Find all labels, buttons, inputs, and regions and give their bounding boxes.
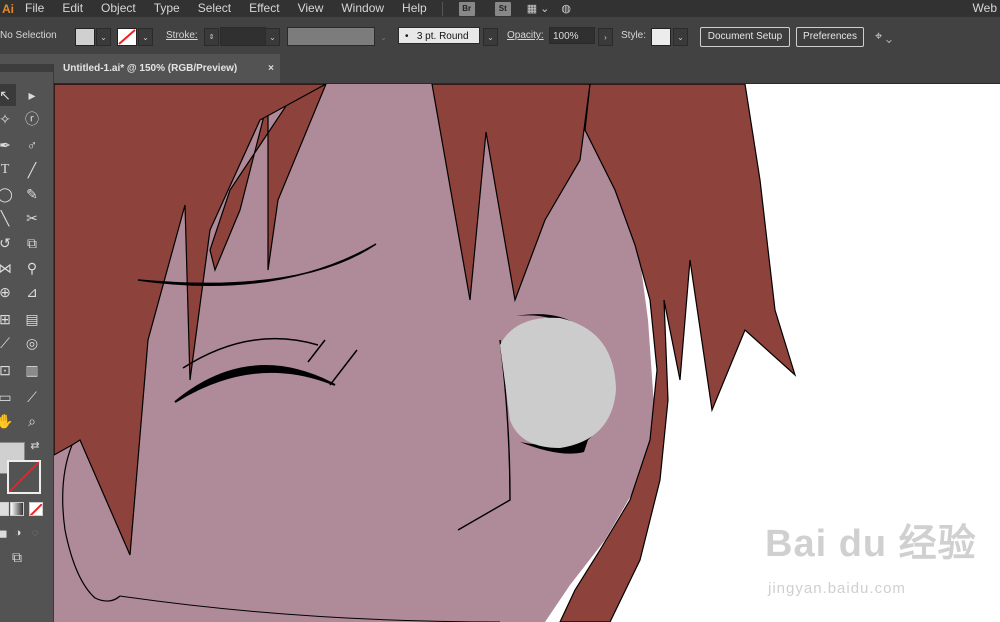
style-label: Style:	[621, 30, 647, 41]
gpu-performance-icon[interactable]: ◍	[561, 2, 571, 15]
selection-status: No Selection	[0, 30, 57, 41]
workspace-layout-icon[interactable]: ▦ ⌄	[527, 2, 550, 15]
magic-wand-tool-icon[interactable]: ✧	[0, 108, 16, 130]
document-tab-title: Untitled-1.ai* @ 150% (RGB/Preview)	[63, 63, 238, 74]
brush-definition-field[interactable]: • 3 pt. Round	[398, 27, 480, 44]
bridge-button[interactable]: Br	[458, 1, 475, 16]
stock-button[interactable]: St	[494, 1, 511, 16]
puppet-warp-tool-icon[interactable]: ⚲	[21, 257, 43, 279]
menu-select[interactable]: Select	[189, 0, 240, 17]
menu-window[interactable]: Window	[332, 0, 393, 17]
stroke-dropdown-icon[interactable]: ⌄	[138, 28, 153, 46]
menu-edit[interactable]: Edit	[53, 0, 92, 17]
style-dropdown-icon[interactable]: ⌄	[673, 28, 688, 46]
opacity-label[interactable]: Opacity:	[507, 30, 544, 41]
brush-dot-icon: •	[405, 31, 417, 42]
screen-mode-icon[interactable]: ⧉	[6, 546, 28, 568]
ellipse-tool-icon[interactable]: ◯	[0, 183, 16, 205]
zoom-tool-icon[interactable]: ⌕	[21, 410, 43, 432]
variable-width-profile[interactable]	[287, 27, 375, 46]
shaper-tool-icon[interactable]: ╲	[0, 207, 16, 229]
rotate-tool-icon[interactable]: ↺	[0, 232, 16, 254]
watermark-url: jingyan.baidu.com	[768, 580, 906, 597]
fill-dropdown-icon[interactable]: ⌄	[96, 28, 111, 46]
menu-divider	[441, 1, 443, 16]
menu-file[interactable]: File	[16, 0, 53, 17]
gradient-mode-icon[interactable]	[10, 502, 24, 516]
control-bar: No Selection ⌄ ⌄ Stroke: ⇕ ⌄ ⌄ • 3 pt. R…	[0, 17, 1000, 54]
draw-inside-icon[interactable]: ◌	[24, 522, 46, 544]
menu-type[interactable]: Type	[145, 0, 189, 17]
perspective-grid-tool-icon[interactable]: ⊿	[21, 281, 43, 303]
selection-tool-icon[interactable]: ↖	[0, 84, 16, 106]
type-tool-icon[interactable]: T	[0, 159, 16, 181]
column-graph-tool-icon[interactable]: ▥	[21, 359, 43, 381]
none-slash-icon	[30, 503, 42, 515]
direct-selection-tool-icon[interactable]: ▸	[21, 84, 43, 106]
width-tool-icon[interactable]: ⋈	[0, 257, 16, 279]
hand-tool-icon[interactable]: ✋	[0, 410, 16, 432]
swap-colors-icon[interactable]: ⇄	[28, 438, 42, 452]
close-tab-icon[interactable]: ×	[268, 54, 274, 83]
tools-panel: ↖ ▸ ✧ ⓡ ✒ ♂ T ╱ ◯ ✎ ╲ ✂ ↺ ⧉ ⋈ ⚲ ⊕ ⊿ ⊞ ▤ …	[0, 64, 54, 622]
paintbrush-tool-icon[interactable]: ✎	[21, 183, 43, 205]
eyedropper-tool-icon[interactable]: ⟋	[0, 332, 16, 354]
panel-grip[interactable]	[0, 64, 53, 72]
menu-object[interactable]: Object	[92, 0, 145, 17]
preferences-button[interactable]: Preferences	[796, 27, 864, 47]
curvature-tool-icon[interactable]: ♂	[21, 134, 43, 156]
artboard-canvas[interactable]: Bai du 经验 jingyan.baidu.com	[54, 84, 1000, 622]
menu-help[interactable]: Help	[393, 0, 436, 17]
opacity-input[interactable]: 100%	[549, 27, 595, 44]
menu-bar: Ai File Edit Object Type Select Effect V…	[0, 0, 1000, 17]
app-logo: Ai	[2, 1, 14, 16]
scissors-tool-icon[interactable]: ✂	[21, 207, 43, 229]
color-mode-icon[interactable]	[0, 502, 9, 516]
stroke-swatch[interactable]	[117, 28, 137, 46]
menu-view[interactable]: View	[289, 0, 333, 17]
mesh-tool-icon[interactable]: ⊞	[0, 308, 16, 330]
fill-swatch[interactable]	[75, 28, 95, 46]
workspace-switcher[interactable]: Web	[964, 0, 1000, 17]
stroke-weight-dropdown-icon[interactable]: ⌄	[265, 28, 280, 46]
document-tab[interactable]: Untitled-1.ai* @ 150% (RGB/Preview) ×	[54, 54, 280, 83]
none-mode-icon[interactable]	[29, 502, 43, 516]
stroke-label[interactable]: Stroke:	[166, 30, 198, 41]
shape-builder-tool-icon[interactable]: ⊕	[0, 281, 16, 303]
stroke-weight-stepper[interactable]: ⇕	[204, 28, 219, 46]
line-tool-icon[interactable]: ╱	[21, 159, 43, 181]
watermark-logo: Bai du 经验	[765, 523, 977, 565]
gradient-tool-icon[interactable]: ▤	[21, 308, 43, 330]
symbol-sprayer-tool-icon[interactable]: ⊡	[0, 359, 16, 381]
menu-effect[interactable]: Effect	[240, 0, 288, 17]
arrange-documents-icon[interactable]: ⌖ ⌄	[875, 28, 892, 44]
document-tab-bar: Untitled-1.ai* @ 150% (RGB/Preview) ×	[54, 54, 1000, 84]
opacity-arrow-icon[interactable]: ›	[598, 28, 613, 46]
artboard-tool-icon[interactable]: ▭	[0, 386, 16, 408]
brush-dropdown-icon[interactable]: ⌄	[483, 28, 498, 46]
profile-dropdown-icon[interactable]: ⌄	[376, 28, 391, 46]
scale-tool-icon[interactable]: ⧉	[21, 232, 43, 254]
slice-tool-icon[interactable]: ⟋	[21, 386, 43, 408]
graphic-style-swatch[interactable]	[651, 28, 671, 46]
stroke-weight-input[interactable]	[220, 27, 266, 46]
no-stroke-icon	[118, 29, 136, 45]
document-setup-button[interactable]: Document Setup	[700, 27, 790, 47]
blend-tool-icon[interactable]: ◎	[21, 332, 43, 354]
stroke-color-box[interactable]	[7, 460, 41, 494]
pen-tool-icon[interactable]: ✒	[0, 134, 16, 156]
brush-label: 3 pt. Round	[416, 31, 469, 42]
lasso-tool-icon[interactable]: ⓡ	[21, 108, 43, 130]
